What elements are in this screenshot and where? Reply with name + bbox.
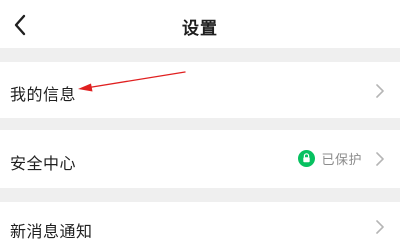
section-divider (0, 48, 400, 62)
section-divider (0, 188, 400, 202)
shield-check-icon (298, 150, 316, 167)
settings-screen: 设置 我的信息 安全中心 已保护 新消息通知 (0, 0, 400, 246)
chevron-right-icon (376, 152, 384, 166)
settings-item-my-info[interactable]: 我的信息 (0, 62, 400, 118)
settings-item-label: 新消息通知 (10, 222, 93, 241)
security-status: 已保护 (298, 149, 362, 168)
chevron-right-icon (376, 84, 384, 98)
status-badge: 已保护 (321, 153, 362, 168)
settings-item-label: 安全中心 (10, 154, 77, 173)
settings-item-new-message-notifications[interactable]: 新消息通知 (0, 202, 400, 246)
nav-header: 设置 (0, 0, 400, 48)
settings-item-label: 我的信息 (10, 85, 77, 104)
section-divider (0, 118, 400, 130)
page-title: 设置 (182, 19, 218, 39)
settings-item-security-center[interactable]: 安全中心 已保护 (0, 130, 400, 188)
chevron-right-icon (376, 220, 384, 234)
